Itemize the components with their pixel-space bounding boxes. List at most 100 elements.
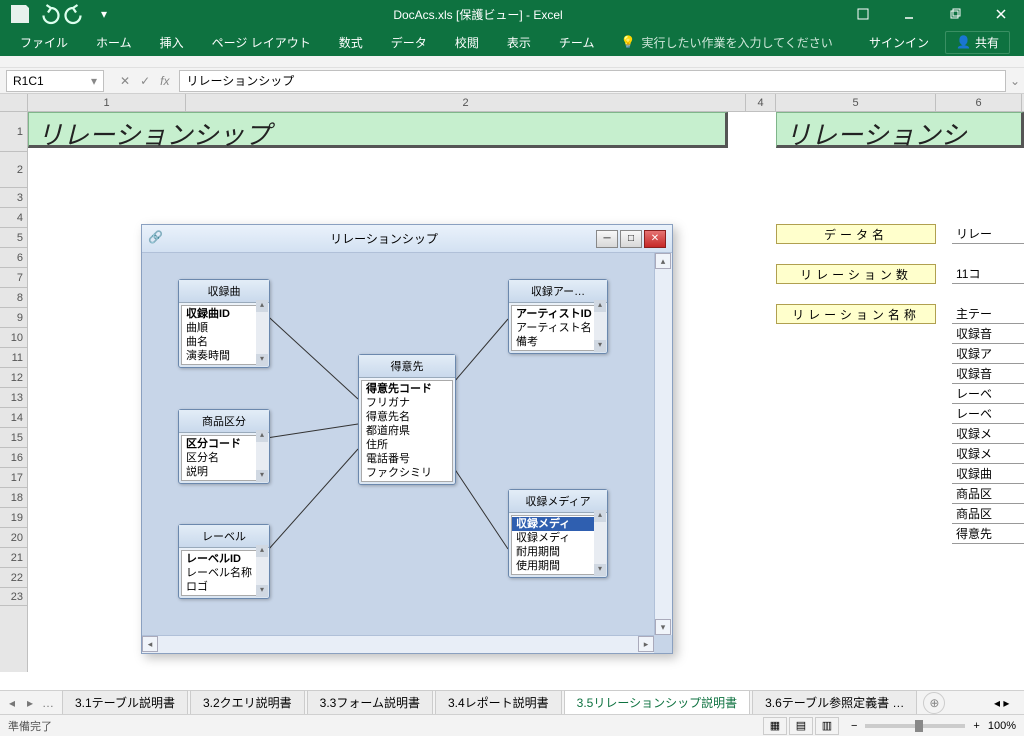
cancel-icon[interactable]: ✕ bbox=[120, 74, 130, 88]
table-scrollbar[interactable]: ▴▾ bbox=[256, 430, 268, 482]
tell-me[interactable]: 💡 実行したい作業を入力してください bbox=[620, 34, 832, 51]
tab-home[interactable]: ホーム bbox=[82, 28, 146, 56]
sheet-nav-ellipsis[interactable]: … bbox=[40, 696, 56, 710]
table-field[interactable]: 説明 bbox=[182, 465, 266, 479]
tab-file[interactable]: ファイル bbox=[6, 28, 82, 56]
signin-link[interactable]: サインイン bbox=[869, 34, 929, 51]
scroll-right-icon[interactable]: ▸ bbox=[638, 636, 654, 652]
table-field[interactable]: ロゴ bbox=[182, 580, 266, 594]
tab-insert[interactable]: 挿入 bbox=[146, 28, 198, 56]
table-field[interactable]: 得意先名 bbox=[362, 410, 452, 424]
table-scrollbar[interactable]: ▴▾ bbox=[594, 300, 606, 352]
ribbon-options-icon[interactable] bbox=[840, 0, 886, 28]
close-icon[interactable] bbox=[978, 0, 1024, 28]
qat-customize-icon[interactable]: ▾ bbox=[92, 2, 116, 26]
redo-icon[interactable] bbox=[64, 2, 88, 26]
scroll-left-icon[interactable]: ◂ bbox=[142, 636, 158, 652]
zoom-slider[interactable] bbox=[865, 724, 965, 728]
row-header[interactable]: 20 bbox=[0, 528, 27, 548]
table-field[interactable]: 区分コード bbox=[182, 437, 266, 451]
restore-icon[interactable] bbox=[932, 0, 978, 28]
formula-expand-icon[interactable]: ⌄ bbox=[1006, 74, 1024, 88]
table-tokui[interactable]: 得意先得意先コードフリガナ得意先名都道府県住所電話番号ファクシミリ bbox=[358, 354, 456, 485]
tab-pagelayout[interactable]: ページ レイアウト bbox=[198, 28, 325, 56]
win-maximize-icon[interactable]: □ bbox=[620, 230, 642, 248]
tab-team[interactable]: チーム bbox=[545, 28, 609, 56]
table-field[interactable]: ファクシミリ bbox=[362, 466, 452, 480]
sheet-tab[interactable]: 3.5リレーションシップ説明書 bbox=[564, 690, 750, 716]
row-header[interactable]: 6 bbox=[0, 248, 27, 268]
relwin-hscrollbar[interactable]: ◂ ▸ bbox=[142, 635, 654, 653]
table-field[interactable]: レーベル名称 bbox=[182, 566, 266, 580]
row-header[interactable]: 17 bbox=[0, 468, 27, 488]
col-header[interactable]: 6 bbox=[936, 94, 1022, 111]
table-field[interactable]: 曲順 bbox=[182, 321, 266, 335]
sheet-hscroll[interactable]: ◂ ▸ bbox=[994, 696, 1024, 710]
zoom-out-button[interactable]: − bbox=[851, 720, 857, 732]
table-field[interactable]: アーティストID bbox=[512, 307, 604, 321]
row-header[interactable]: 4 bbox=[0, 208, 27, 228]
relwin-vscrollbar[interactable]: ▴ ▾ bbox=[654, 253, 672, 635]
row-header[interactable]: 10 bbox=[0, 328, 27, 348]
table-label[interactable]: レーベルレーベルIDレーベル名称ロゴ▴▾ bbox=[178, 524, 270, 599]
table-shouhin[interactable]: 商品区分区分コード区分名説明▴▾ bbox=[178, 409, 270, 484]
row-header[interactable]: 9 bbox=[0, 308, 27, 328]
select-all-corner[interactable] bbox=[0, 94, 28, 111]
cells-area[interactable]: リレーションシップ リレーションシ データ名 リレーション数 リレーション名称 … bbox=[28, 112, 1024, 672]
table-scrollbar[interactable]: ▴▾ bbox=[594, 510, 606, 576]
relationship-window-titlebar[interactable]: 🔗 リレーションシップ ─ □ ✕ bbox=[142, 225, 672, 253]
tab-view[interactable]: 表示 bbox=[493, 28, 545, 56]
col-header[interactable]: 2 bbox=[186, 94, 746, 111]
share-button[interactable]: 👤 共有 bbox=[945, 31, 1010, 54]
tab-formulas[interactable]: 数式 bbox=[325, 28, 377, 56]
table-media[interactable]: 収録メディア収録メディ収録メディ耐用期間使用期間▴▾ bbox=[508, 489, 608, 578]
table-field[interactable]: 収録メディ bbox=[512, 531, 604, 545]
row-header[interactable]: 7 bbox=[0, 268, 27, 288]
table-field[interactable]: 使用期間 bbox=[512, 559, 604, 573]
win-close-icon[interactable]: ✕ bbox=[644, 230, 666, 248]
row-header[interactable]: 3 bbox=[0, 188, 27, 208]
view-pagelayout-icon[interactable]: ▤ bbox=[789, 717, 813, 735]
fx-icon[interactable]: fx bbox=[160, 74, 169, 88]
row-header[interactable]: 18 bbox=[0, 488, 27, 508]
table-field[interactable]: 備考 bbox=[512, 335, 604, 349]
table-field[interactable]: 得意先コード bbox=[362, 382, 452, 396]
row-header[interactable]: 2 bbox=[0, 152, 27, 188]
table-artist[interactable]: 収録アー…アーティストIDアーティスト名備考▴▾ bbox=[508, 279, 608, 354]
table-field[interactable]: 演奏時間 bbox=[182, 349, 266, 363]
table-field[interactable]: 都道府県 bbox=[362, 424, 452, 438]
sheet-tab[interactable]: 3.2クエリ説明書 bbox=[190, 690, 305, 716]
sheet-nav-first-icon[interactable]: ◂ bbox=[4, 696, 20, 710]
table-field[interactable]: 収録曲ID bbox=[182, 307, 266, 321]
row-header[interactable]: 1 bbox=[0, 112, 27, 152]
row-header[interactable]: 5 bbox=[0, 228, 27, 248]
table-field[interactable]: 区分名 bbox=[182, 451, 266, 465]
table-shuuroku[interactable]: 収録曲収録曲ID曲順曲名演奏時間▴▾ bbox=[178, 279, 270, 368]
row-header[interactable]: 14 bbox=[0, 408, 27, 428]
row-header[interactable]: 12 bbox=[0, 368, 27, 388]
col-header[interactable]: 1 bbox=[28, 94, 186, 111]
table-field[interactable]: 住所 bbox=[362, 438, 452, 452]
sheet-tab[interactable]: 3.3フォーム説明書 bbox=[307, 690, 433, 716]
sheet-tab[interactable]: 3.6テーブル参照定義書 … bbox=[752, 690, 917, 716]
table-scrollbar[interactable]: ▴▾ bbox=[256, 545, 268, 597]
scroll-up-icon[interactable]: ▴ bbox=[655, 253, 671, 269]
sheet-tab[interactable]: 3.4レポート説明書 bbox=[435, 690, 562, 716]
row-header[interactable]: 8 bbox=[0, 288, 27, 308]
minimize-icon[interactable] bbox=[886, 0, 932, 28]
table-field[interactable]: 電話番号 bbox=[362, 452, 452, 466]
tab-review[interactable]: 校閲 bbox=[441, 28, 493, 56]
row-header[interactable]: 13 bbox=[0, 388, 27, 408]
relationship-canvas[interactable]: 収録曲収録曲ID曲順曲名演奏時間▴▾ 商品区分区分コード区分名説明▴▾ レーベルレー… bbox=[142, 253, 672, 653]
sheet-nav-prev-icon[interactable]: ▸ bbox=[22, 696, 38, 710]
enter-icon[interactable]: ✓ bbox=[140, 74, 150, 88]
zoom-in-button[interactable]: + bbox=[973, 720, 979, 732]
row-header[interactable]: 16 bbox=[0, 448, 27, 468]
table-field[interactable]: フリガナ bbox=[362, 396, 452, 410]
row-header[interactable]: 22 bbox=[0, 568, 27, 588]
table-field[interactable]: レーベルID bbox=[182, 552, 266, 566]
view-normal-icon[interactable]: ▦ bbox=[763, 717, 787, 735]
col-header[interactable]: 4 bbox=[746, 94, 776, 111]
row-header[interactable]: 11 bbox=[0, 348, 27, 368]
col-header[interactable]: 5 bbox=[776, 94, 936, 111]
